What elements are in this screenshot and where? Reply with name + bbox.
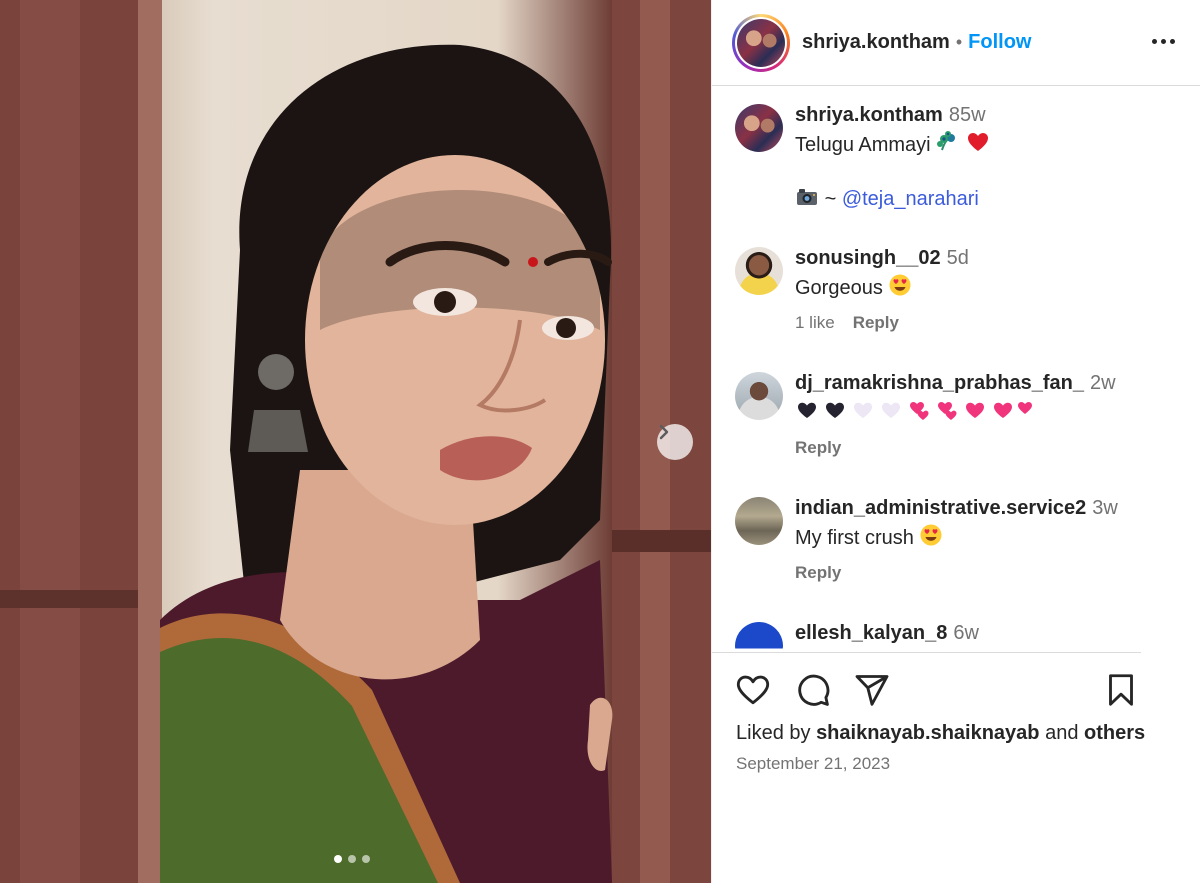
reply-button[interactable]: Reply [795, 438, 841, 458]
divider [712, 652, 1141, 653]
camera-emoji-icon [797, 189, 817, 205]
caption: shriya.kontham 85w Telugu Ammayi ~ @teja… [735, 104, 1135, 212]
comment-text: My first crush [795, 527, 914, 549]
avatar[interactable] [735, 622, 783, 653]
like-icon[interactable] [735, 672, 771, 708]
avatar[interactable] [735, 247, 783, 295]
separator-dot: • [955, 32, 963, 52]
comment-username[interactable]: ellesh_kalyan_8 [795, 622, 947, 644]
comment-icon[interactable] [795, 672, 831, 708]
post-details-panel: shriya.kontham • Follow shriya.kontham 85… [711, 0, 1200, 883]
avatar[interactable] [735, 104, 783, 152]
likes-summary: Liked by shaiknayab.shaiknayab and other… [736, 722, 1145, 745]
red-heart-emoji-icon [967, 133, 988, 151]
carousel-dot [334, 855, 342, 863]
comment-item: sonusingh__02 5d Gorgeous 1 like Reply [735, 247, 1135, 333]
comment-time[interactable]: 3w [1092, 497, 1118, 519]
comment-time[interactable]: 6w [953, 622, 979, 644]
carousel-dot [362, 855, 370, 863]
avatar[interactable] [735, 372, 783, 420]
comment-time[interactable]: 2w [1090, 372, 1116, 394]
carousel-indicator [334, 855, 370, 863]
comment-item: indian_administrative.service2 3w My firs… [735, 497, 1135, 583]
post-date[interactable]: September 21, 2023 [736, 754, 890, 774]
comments-list[interactable]: shriya.kontham 85w Telugu Ammayi ~ @teja… [712, 87, 1141, 653]
post-photo [0, 0, 711, 883]
likes-prefix: Liked by [736, 722, 811, 744]
peacock-emoji-icon [937, 131, 956, 151]
portrait-image [0, 0, 711, 883]
author-username[interactable]: shriya.kontham [802, 31, 950, 54]
reply-button[interactable]: Reply [853, 313, 899, 333]
comment-emoji-row [795, 398, 1135, 426]
photographer-mention-link[interactable]: @teja_narahari [842, 188, 979, 210]
save-bookmark-icon[interactable] [1103, 672, 1139, 708]
caption-username[interactable]: shriya.kontham [795, 104, 943, 126]
likes-middle: and [1045, 722, 1079, 744]
follow-button[interactable]: Follow [968, 31, 1031, 54]
liked-by-user-link[interactable]: shaiknayab.shaiknayab [816, 722, 1039, 744]
comment-username[interactable]: sonusingh__02 [795, 247, 941, 269]
caption-time[interactable]: 85w [949, 104, 986, 126]
next-slide-button[interactable] [657, 424, 693, 460]
story-ring[interactable] [732, 13, 790, 72]
heart-eyes-emoji-icon [920, 524, 942, 546]
comment-username[interactable]: dj_ramakrishna_prabhas_fan_ [795, 372, 1084, 394]
post-header: shriya.kontham • Follow [712, 0, 1200, 86]
post-actions [735, 672, 1141, 712]
chevron-right-icon [659, 424, 669, 440]
comment-time[interactable]: 5d [947, 247, 969, 269]
more-options-icon[interactable] [1148, 28, 1178, 54]
hearts-emoji-icon [798, 402, 1032, 420]
likes-others-link[interactable]: others [1084, 722, 1145, 744]
comment-text: Gorgeous [795, 277, 883, 299]
credit-prefix: ~ [824, 188, 837, 210]
avatar [737, 18, 785, 67]
share-icon[interactable] [854, 672, 890, 708]
comment-item: dj_ramakrishna_prabhas_fan_ 2w Reply [735, 372, 1135, 458]
comment-username[interactable]: indian_administrative.service2 [795, 497, 1086, 519]
heart-eyes-emoji-icon [889, 274, 911, 296]
carousel-dot [348, 855, 356, 863]
comment-likes-count[interactable]: 1 like [795, 313, 835, 333]
avatar[interactable] [735, 497, 783, 545]
comment-item: ellesh_kalyan_8 6w [735, 622, 1135, 653]
caption-text: Telugu Ammayi [795, 134, 931, 156]
reply-button[interactable]: Reply [795, 563, 841, 583]
